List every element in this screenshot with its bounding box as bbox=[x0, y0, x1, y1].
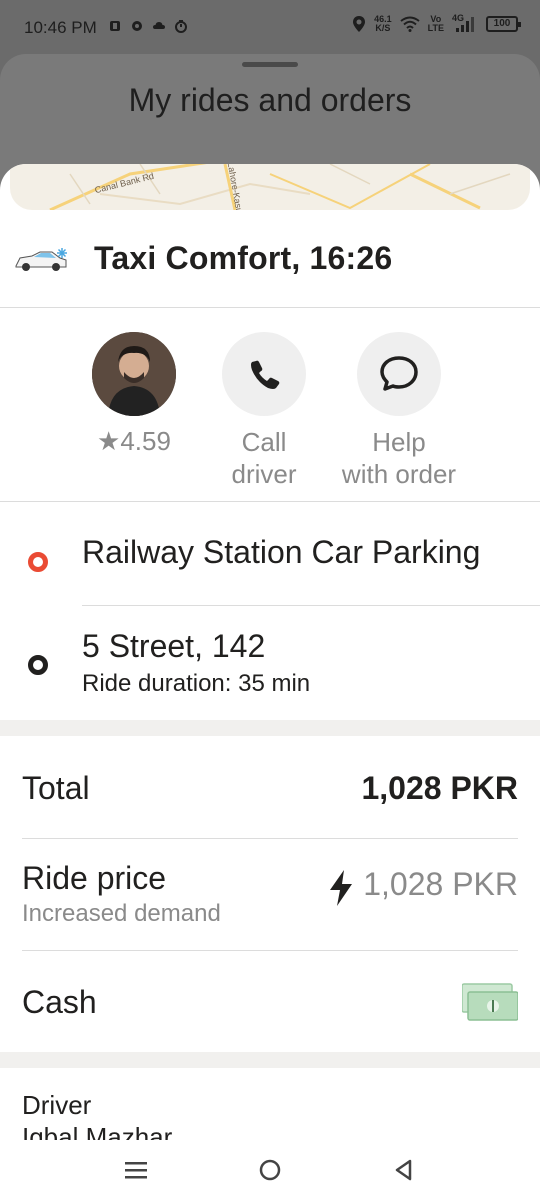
volte-bottom: LTE bbox=[427, 23, 444, 33]
destination-marker-icon bbox=[28, 655, 48, 675]
ride-title: Taxi Comfort, 16:26 bbox=[94, 240, 393, 276]
settings-notification-icon bbox=[132, 21, 142, 31]
call-label-line-2: driver bbox=[231, 459, 297, 489]
lightning-icon bbox=[330, 870, 352, 906]
route-destination[interactable]: 5 Street, 142 bbox=[82, 628, 265, 665]
status-time: 10:46 PM bbox=[24, 18, 97, 37]
wifi-icon bbox=[400, 16, 420, 32]
price-divider bbox=[22, 950, 518, 951]
home-icon bbox=[259, 1159, 281, 1181]
network-type: 4G bbox=[452, 13, 465, 23]
ride-price-subtitle: Increased demand bbox=[22, 900, 221, 927]
call-driver-label: Call driver bbox=[194, 426, 334, 490]
call-driver-button[interactable]: Call driver bbox=[194, 332, 334, 490]
phone-icon bbox=[251, 360, 280, 389]
cell-signal: 4G bbox=[452, 13, 478, 33]
driver-rating: ★4.59 bbox=[97, 426, 171, 456]
status-right: 46.1 K/S Vo LTE 4G 100 bbox=[352, 13, 521, 33]
call-button-circle[interactable] bbox=[222, 332, 306, 416]
driver-profile[interactable]: ★4.59 bbox=[64, 332, 204, 457]
ride-price-value: 1,028 PKR bbox=[363, 866, 518, 902]
origin-marker-icon bbox=[28, 552, 48, 572]
payment-row[interactable]: Cash bbox=[22, 983, 518, 1024]
help-with-order-button[interactable]: Help with order bbox=[329, 332, 469, 490]
recents-icon bbox=[125, 1162, 147, 1179]
net-speed-unit: K/S bbox=[375, 23, 391, 33]
timer-icon bbox=[175, 20, 187, 33]
location-icon bbox=[353, 16, 366, 32]
background-drag-handle[interactable] bbox=[242, 62, 298, 67]
system-nav-bar bbox=[0, 1140, 540, 1200]
total-label: Total bbox=[22, 770, 90, 806]
ride-header: Taxi Comfort, 16:26 bbox=[0, 210, 540, 308]
total-value: 1,028 PKR bbox=[361, 770, 518, 806]
page-title: My rides and orders bbox=[128, 82, 412, 118]
ride-duration: Ride duration: 35 min bbox=[82, 670, 311, 697]
battery-indicator: 100 bbox=[486, 16, 521, 32]
ride-actions: ★4.59 Call driver Help with order bbox=[0, 308, 540, 502]
price-divider bbox=[22, 838, 518, 839]
back-button[interactable] bbox=[384, 1154, 424, 1186]
payment-method-label: Cash bbox=[22, 984, 97, 1020]
driver-avatar[interactable] bbox=[92, 332, 176, 416]
recents-button[interactable] bbox=[116, 1154, 156, 1186]
notification-icons bbox=[108, 19, 188, 33]
route-origin[interactable]: Railway Station Car Parking bbox=[82, 534, 480, 571]
driver-photo bbox=[92, 332, 176, 416]
cloud-icon bbox=[153, 22, 165, 29]
help-label-line-1: Help bbox=[372, 427, 426, 457]
status-bar: 10:46 PM 46.1 K/S Vo LTE 4G 100 bbox=[0, 0, 540, 56]
total-row: Total 1,028 PKR bbox=[22, 770, 518, 810]
net-speed: 46.1 K/S bbox=[374, 15, 392, 33]
car-snowflake-icon bbox=[15, 248, 67, 271]
driver-section: Driver Iqbal Mazhar bbox=[0, 1068, 540, 1148]
section-separator bbox=[0, 720, 540, 736]
ride-price-label: Ride price bbox=[22, 860, 167, 896]
app-notification-icon bbox=[110, 21, 120, 31]
ride-price-row: Ride price Increased demand 1,028 PKR bbox=[22, 860, 518, 932]
map-roads bbox=[49, 164, 511, 210]
call-label-line-1: Call bbox=[241, 427, 287, 457]
help-label: Help with order bbox=[319, 426, 479, 490]
map-preview[interactable]: Canal Bank Rd Lahore-Kasur bbox=[10, 164, 530, 210]
chat-bubble-icon bbox=[380, 356, 418, 391]
driver-label: Driver bbox=[22, 1090, 92, 1120]
home-button[interactable] bbox=[250, 1154, 290, 1186]
section-separator bbox=[0, 1052, 540, 1068]
ride-details-sheet: Canal Bank Rd Lahore-Kasur Taxi Comfort,… bbox=[0, 164, 540, 1200]
help-button-circle[interactable] bbox=[357, 332, 441, 416]
back-icon bbox=[395, 1159, 412, 1181]
help-label-line-2: with order bbox=[341, 459, 457, 489]
cash-icon bbox=[462, 983, 518, 1021]
volte-indicator: Vo LTE bbox=[428, 15, 444, 33]
route-divider bbox=[82, 605, 540, 606]
route-section: Railway Station Car Parking 5 Street, 14… bbox=[0, 502, 540, 720]
